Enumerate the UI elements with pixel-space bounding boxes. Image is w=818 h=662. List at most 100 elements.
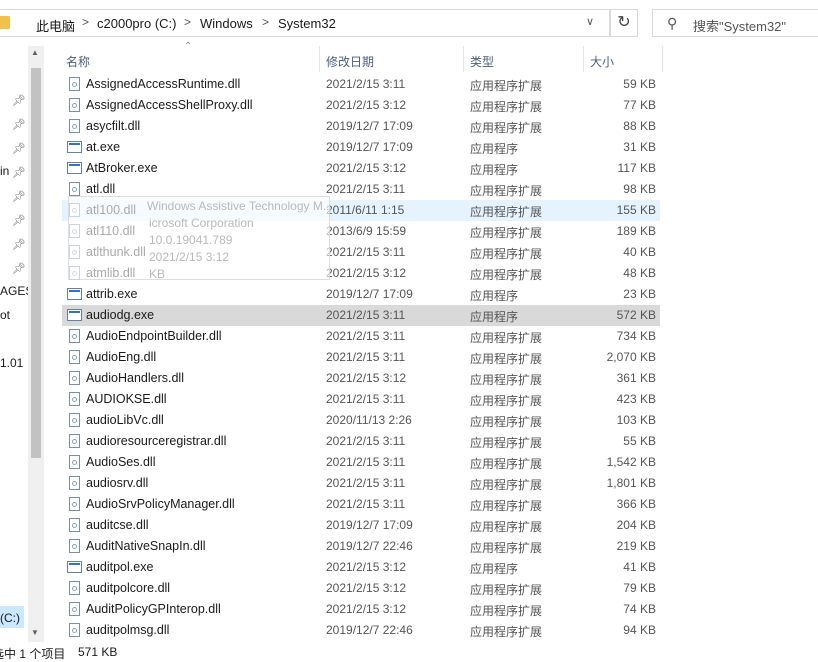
column-date[interactable]: 修改日期 — [326, 53, 374, 70]
navigation-pane: 📌︎ 📌︎ 📌︎ in 📌︎ 📌︎ 📌︎ 📌︎ 📌︎ AGES ot 1.01 … — [0, 46, 44, 642]
file-row[interactable]: AudioEndpointBuilder.dll 2021/2/15 3:11 应用… — [62, 326, 660, 347]
file-row[interactable]: audioLibVc.dll 2020/11/13 2:26 应用程序扩展 103 K… — [62, 410, 660, 431]
file-size: 94 KB — [623, 623, 656, 637]
address-bar[interactable]: 此电脑 > c2000pro (C:) > Windows > System32… — [0, 9, 610, 37]
nav-item-label[interactable]: 1.01 — [0, 356, 23, 370]
file-size: 74 KB — [623, 602, 656, 616]
file-row[interactable]: auditpolcore.dll 2021/2/15 3:12 应用程序扩展 79 K… — [62, 578, 660, 599]
pin-icon[interactable]: 📌︎ — [12, 214, 26, 227]
file-size: 155 KB — [616, 203, 656, 217]
scroll-up-icon[interactable]: ▲ — [31, 48, 39, 57]
file-size: 31 KB — [623, 140, 656, 154]
file-row[interactable]: asycfilt.dll 2019/12/7 17:09 应用程序扩展 88 KB — [62, 116, 660, 137]
file-row[interactable]: AudioHandlers.dll 2021/2/15 3:12 应用程序扩展 361… — [62, 368, 660, 389]
dll-file-icon — [69, 119, 80, 133]
file-name: auditpolcore.dll — [86, 581, 171, 595]
chevron-right-icon[interactable]: > — [184, 15, 191, 29]
column-type[interactable]: 类型 — [470, 53, 494, 70]
search-input[interactable]: 搜索"System32" — [693, 16, 786, 35]
pin-icon[interactable]: 📌︎ — [12, 238, 26, 251]
breadcrumb-drive[interactable]: c2000pro (C:) — [97, 16, 176, 31]
column-divider[interactable] — [583, 46, 584, 72]
nav-item-drive[interactable]: (C:) — [0, 611, 20, 625]
file-row[interactable]: AuditNativeSnapIn.dll 2019/12/7 22:46 应用程序… — [62, 536, 660, 557]
file-row[interactable]: attrib.exe 2019/12/7 17:09 应用程序 23 KB — [62, 284, 660, 305]
column-divider[interactable] — [662, 46, 663, 72]
file-name: AssignedAccessShellProxy.dll — [86, 98, 253, 112]
file-size: 48 KB — [623, 266, 656, 280]
column-divider[interactable] — [463, 46, 464, 72]
chevron-right-icon[interactable]: > — [262, 15, 269, 29]
file-type: 应用程序扩展 — [470, 100, 543, 114]
nav-scrollbar[interactable]: ▲ ▼ — [28, 46, 44, 642]
file-row[interactable]: AtBroker.exe 2021/2/15 3:12 应用程序 117 KB — [62, 158, 660, 179]
refresh-button[interactable]: ↻ — [610, 9, 638, 37]
pin-icon[interactable]: 📌︎ — [12, 190, 26, 203]
file-date: 2021/2/15 3:12 — [326, 560, 407, 574]
chevron-right-icon[interactable]: > — [82, 15, 89, 29]
dll-file-icon — [69, 329, 80, 343]
search-box[interactable]: ⚲ 搜索"System32" — [652, 9, 818, 37]
chevron-down-icon[interactable]: ∨ — [586, 15, 594, 28]
file-type: 应用程序扩展 — [470, 436, 543, 450]
file-name: asycfilt.dll — [86, 119, 141, 133]
file-row[interactable]: AssignedAccessShellProxy.dll 2021/2/15 3:… — [62, 95, 660, 116]
pin-icon[interactable]: 📌︎ — [12, 142, 26, 155]
pin-icon[interactable]: 📌︎ — [12, 166, 26, 179]
file-date: 2021/2/15 3:11 — [326, 350, 406, 364]
file-size: 77 KB — [623, 98, 656, 112]
file-row[interactable]: AssignedAccessRuntime.dll 2021/2/15 3:11 应… — [62, 74, 660, 95]
file-name: audiodg.exe — [86, 308, 155, 322]
file-size: 1,801 KB — [606, 476, 656, 490]
file-type: 应用程序扩展 — [470, 604, 543, 618]
breadcrumb-system32[interactable]: System32 — [278, 16, 336, 31]
breadcrumb-this-pc[interactable]: 此电脑 — [36, 16, 75, 35]
file-row[interactable]: AuditPolicyGPInterop.dll 2021/2/15 3:12 应用… — [62, 599, 660, 620]
status-bar: 选中 1 个项目 571 KB — [0, 642, 818, 662]
file-row[interactable]: AudioSrvPolicyManager.dll 2021/2/15 3:11 应… — [62, 494, 660, 515]
pin-icon[interactable]: 📌︎ — [12, 118, 26, 131]
breadcrumb-windows[interactable]: Windows — [200, 16, 253, 31]
pin-icon[interactable]: 📌︎ — [12, 262, 26, 275]
column-name[interactable]: 名称 — [66, 53, 90, 70]
file-type: 应用程序扩展 — [470, 541, 543, 555]
file-date: 2021/2/15 3:12 — [326, 371, 407, 385]
dll-file-icon — [69, 476, 80, 490]
file-size: 361 KB — [616, 371, 656, 385]
file-row[interactable]: auditcse.dll 2019/12/7 17:09 应用程序扩展 204 KB — [62, 515, 660, 536]
file-row[interactable]: audiosrv.dll 2021/2/15 3:11 应用程序扩展 1,801 KB — [62, 473, 660, 494]
file-tooltip: Windows Assistive Technology M... icroso… — [68, 196, 333, 281]
file-date: 2021/2/15 3:11 — [326, 497, 406, 511]
file-type: 应用程序扩展 — [470, 226, 543, 240]
file-row[interactable]: auditpol.exe 2021/2/15 3:12 应用程序 41 KB — [62, 557, 660, 578]
exe-file-icon — [67, 288, 82, 300]
file-type: 应用程序 — [470, 163, 519, 177]
file-row[interactable]: at.exe 2019/12/7 17:09 应用程序 31 KB — [62, 137, 660, 158]
scrollbar-thumb[interactable] — [31, 68, 41, 458]
file-row[interactable]: AUDIOKSE.dll 2021/2/15 3:11 应用程序扩展 423 KB — [62, 389, 660, 410]
column-size[interactable]: 大小 — [590, 53, 614, 70]
file-row[interactable]: audioresourceregistrar.dll 2021/2/15 3:11… — [62, 431, 660, 452]
file-type: 应用程序扩展 — [470, 247, 543, 261]
file-size: 103 KB — [616, 413, 656, 427]
nav-item-label[interactable]: ot — [0, 308, 10, 322]
file-row[interactable]: AudioSes.dll 2021/2/15 3:11 应用程序扩展 1,542 KB — [62, 452, 660, 473]
file-type: 应用程序扩展 — [470, 520, 543, 534]
pin-icon[interactable]: 📌︎ — [12, 94, 26, 107]
tooltip-size: KB — [149, 267, 166, 281]
exe-file-icon — [67, 162, 82, 174]
file-date: 2019/12/7 17:09 — [326, 119, 413, 133]
folder-icon — [0, 16, 10, 29]
file-date: 2021/2/15 3:12 — [326, 602, 407, 616]
nav-item-label[interactable]: in — [0, 164, 9, 178]
file-row[interactable]: AudioEng.dll 2021/2/15 3:11 应用程序扩展 2,070 KB — [62, 347, 660, 368]
column-divider[interactable] — [319, 46, 320, 72]
file-name: AssignedAccessRuntime.dll — [86, 77, 241, 91]
file-size: 40 KB — [623, 245, 656, 259]
dll-file-icon — [69, 539, 80, 553]
file-row[interactable]: auditpolmsg.dll 2019/12/7 22:46 应用程序扩展 94 K… — [62, 620, 660, 641]
file-name: auditcse.dll — [86, 518, 149, 532]
scroll-down-icon[interactable]: ▼ — [31, 628, 39, 637]
file-row[interactable]: audiodg.exe 2021/2/15 3:11 应用程序 572 KB — [62, 305, 660, 326]
file-type: 应用程序 — [470, 289, 519, 303]
